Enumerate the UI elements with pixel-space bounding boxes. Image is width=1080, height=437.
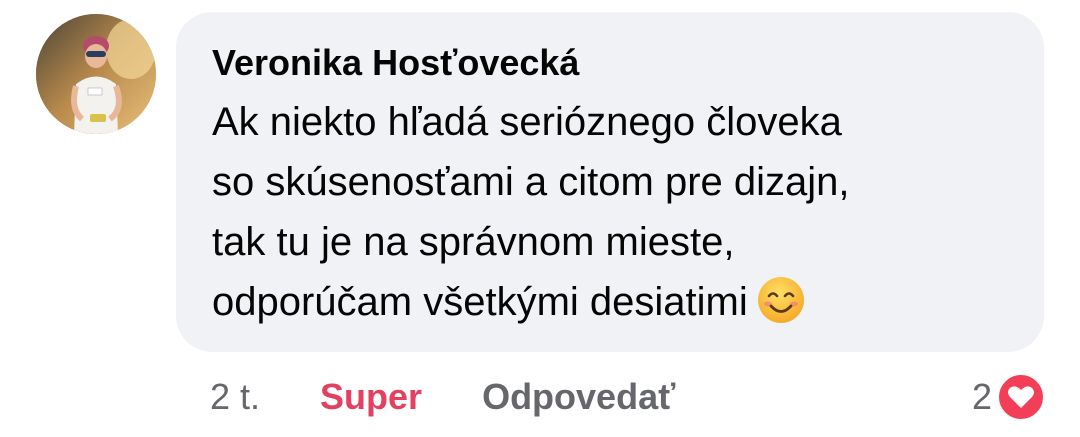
comment-author[interactable]: Veronika Hosťovecká (212, 40, 1014, 86)
comment-actions: 2 t. Super Odpovedať (210, 370, 675, 424)
comment-line: so skúsenosťami a citom pre dizajn, (212, 160, 850, 204)
reaction-summary[interactable]: 2 (972, 370, 1046, 424)
comment-bubble: Veronika Hosťovecká Ak niekto hľadá seri… (176, 12, 1044, 352)
reaction-count: 2 (971, 376, 992, 417)
comment-line-last: odporúčam všetkými desiatimi (212, 272, 1014, 332)
comment-line: tak tu je na správnom mieste, (212, 220, 735, 264)
profile-photo-icon (36, 14, 156, 134)
react-button[interactable]: Super (320, 376, 422, 418)
avatar[interactable] (36, 14, 156, 134)
comment-line: Ak niekto hľadá serióznego človeka (212, 100, 842, 144)
comment-line-text: odporúčam všetkými desiatimi (212, 280, 748, 324)
comment-text: Ak niekto hľadá serióznego človeka so sk… (212, 92, 1014, 332)
reply-button[interactable]: Odpovedať (482, 376, 675, 418)
comment-time[interactable]: 2 t. (210, 376, 260, 418)
heart-icon (997, 373, 1045, 421)
smiling-face-icon (757, 277, 804, 323)
